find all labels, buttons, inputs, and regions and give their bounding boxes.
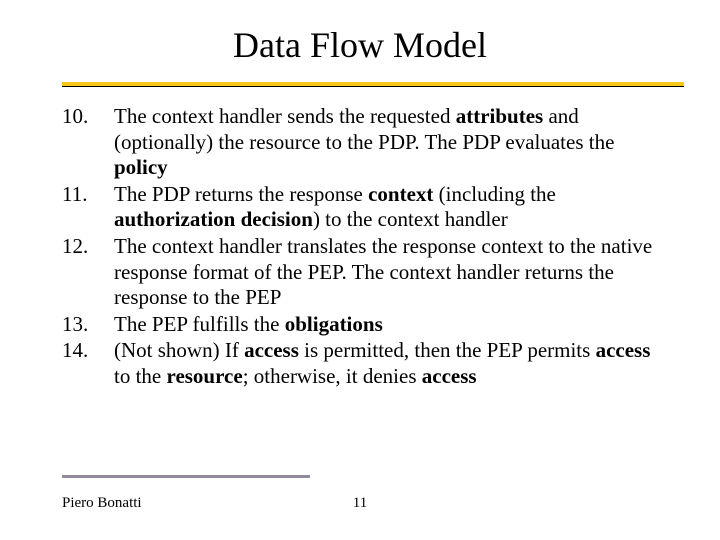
slide-body: 10. The context handler sends the reques… [62, 104, 660, 391]
item-number: 10. [62, 104, 104, 181]
list-item: 10. The context handler sends the reques… [62, 104, 660, 181]
item-number: 11. [62, 182, 104, 233]
item-text: The PEP fulfills the obligations [104, 312, 660, 338]
list-item: 12. The context handler translates the r… [62, 234, 660, 311]
item-number: 14. [62, 338, 104, 389]
item-number: 12. [62, 234, 104, 311]
item-text: The context handler sends the requested … [104, 104, 660, 181]
slide: Data Flow Model 10. The context handler … [0, 0, 720, 540]
item-text: The context handler translates the respo… [104, 234, 660, 311]
footer-separator [62, 475, 310, 478]
list-item: 13. The PEP fulfills the obligations [62, 312, 660, 338]
separator-thin [62, 86, 684, 87]
item-number: 13. [62, 312, 104, 338]
list-item: 11. The PDP returns the response context… [62, 182, 660, 233]
item-text: The PDP returns the response context (in… [104, 182, 660, 233]
item-text: (Not shown) If access is permitted, then… [104, 338, 660, 389]
list-item: 14. (Not shown) If access is permitted, … [62, 338, 660, 389]
footer-page-number: 11 [0, 495, 720, 512]
slide-title: Data Flow Model [0, 24, 720, 66]
